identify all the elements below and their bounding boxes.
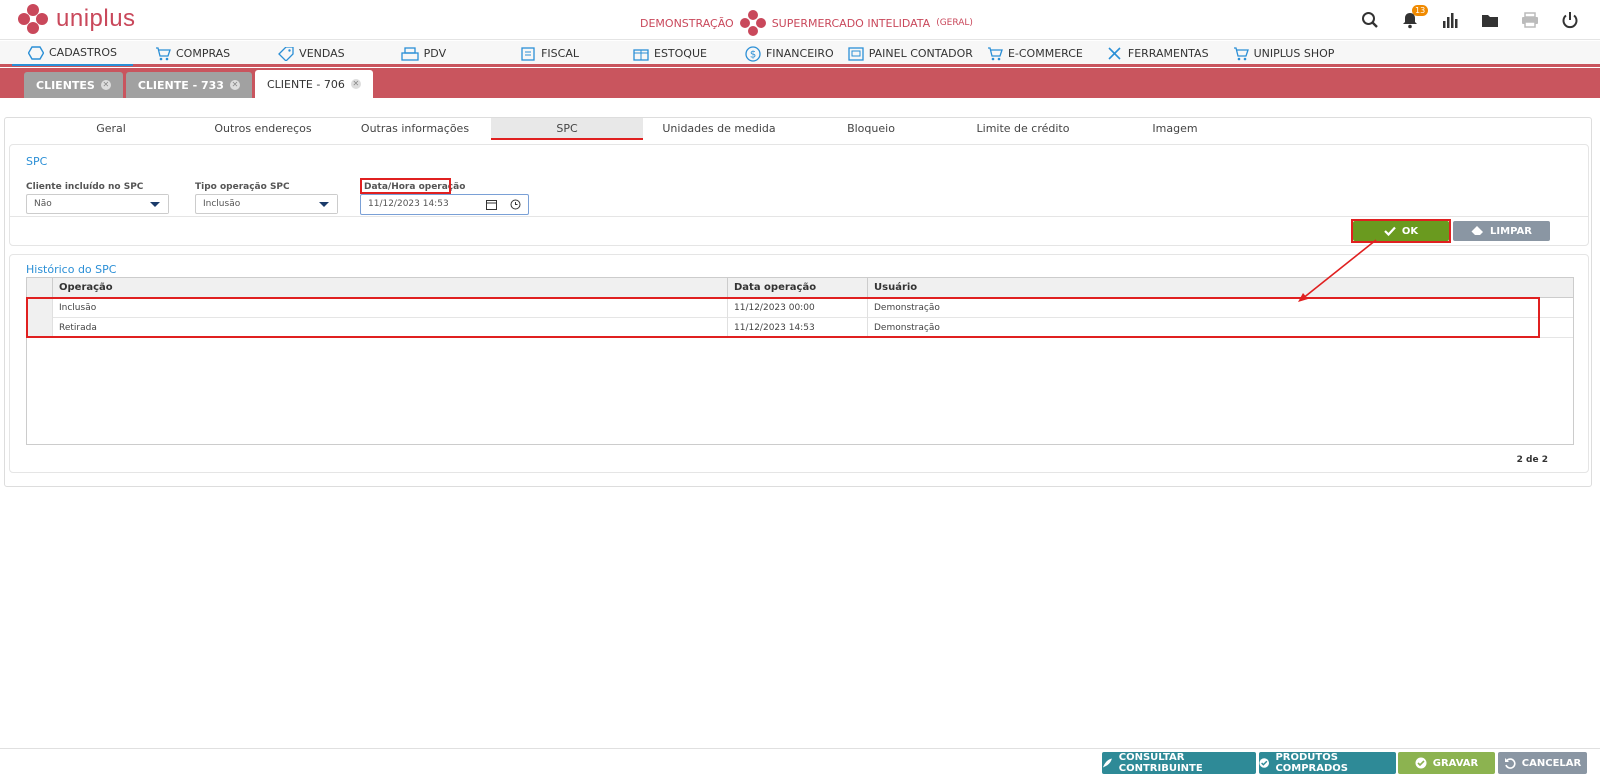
cancel-button[interactable]: CANCELAR <box>1498 752 1587 774</box>
save-button[interactable]: GRAVAR <box>1398 752 1495 774</box>
consult-contributor-button[interactable]: CONSULTAR CONTRIBUINTE <box>1102 752 1256 774</box>
purchased-products-button[interactable]: PRODUTOS COMPRADOS <box>1259 752 1396 774</box>
check-circle-icon <box>1259 758 1270 768</box>
undo-icon <box>1504 758 1516 769</box>
feather-icon <box>1102 758 1112 768</box>
footer-actions: CONSULTAR CONTRIBUINTE PRODUTOS COMPRADO… <box>0 748 1600 777</box>
check-circle-icon <box>1415 757 1427 769</box>
annotation-arrow <box>1298 239 1377 302</box>
